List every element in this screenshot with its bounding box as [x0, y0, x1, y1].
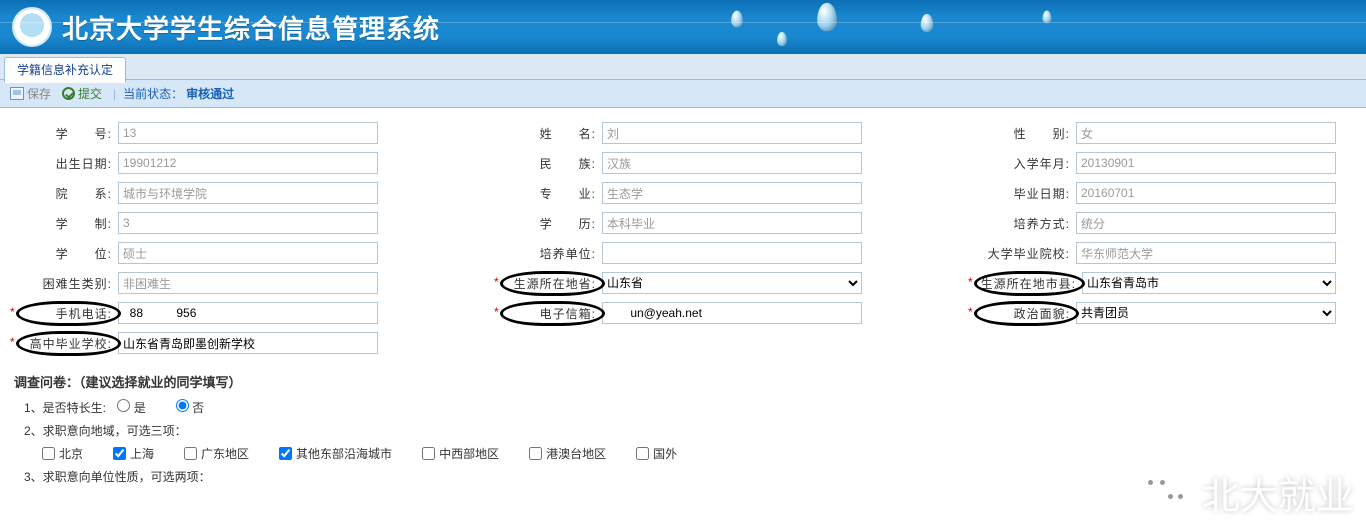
q2-opt[interactable]: 广东地区 [184, 445, 249, 462]
q2-opt[interactable]: 北京 [42, 445, 83, 462]
select-origin-city[interactable]: 山东省青岛市 [1082, 272, 1336, 294]
tab-bar: 学籍信息补充认定 [0, 54, 1366, 80]
q2-text: 2、求职意向地域，可选三项： [24, 424, 187, 438]
input-highschool[interactable] [118, 332, 378, 354]
select-politics[interactable]: 共青团员 [1076, 302, 1336, 324]
label-major: 专 业: [498, 185, 602, 202]
input-college [118, 182, 378, 204]
toolbar-separator: | [109, 87, 120, 101]
decor-droplet [1043, 11, 1052, 24]
label-name: 姓 名: [498, 125, 602, 142]
decor-droplet [731, 11, 743, 28]
decor-droplet [777, 32, 787, 46]
label-train-unit: 培养单位: [498, 245, 602, 262]
q2-opt[interactable]: 上海 [113, 445, 154, 462]
status-label: 当前状态： [123, 85, 183, 102]
label-origin-city: 生源所在地市县: [972, 275, 1082, 292]
label-student-id: 学 号: [14, 125, 118, 142]
survey-q2: 2、求职意向地域，可选三项： [24, 422, 1352, 439]
label-highschool: 高中毕业学校: [14, 335, 118, 352]
q1-text: 1、是否特长生: [24, 401, 106, 415]
check-icon [62, 87, 75, 100]
input-name [602, 122, 862, 144]
input-phone[interactable] [118, 302, 378, 324]
checkbox-hkmotw[interactable] [529, 447, 542, 460]
select-origin-prov[interactable]: 山东省 [602, 272, 862, 294]
input-train-unit [602, 242, 862, 264]
q2-opt[interactable]: 港澳台地区 [529, 445, 606, 462]
label-enroll: 入学年月: [972, 155, 1076, 172]
label-ug-school: 大学毕业院校: [972, 245, 1076, 262]
q2-opt[interactable]: 国外 [636, 445, 677, 462]
checkbox-east-coast[interactable] [279, 447, 292, 460]
survey-q1: 1、是否特长生: 是 否 [24, 399, 1352, 416]
input-edu [602, 212, 862, 234]
label-origin-prov: 生源所在地省: [498, 275, 602, 292]
decor-droplet [921, 14, 934, 32]
input-ug-school [1076, 242, 1336, 264]
submit-button[interactable]: 提交 [58, 84, 106, 103]
toolbar: 保存 提交 | 当前状态： 审核通过 [0, 80, 1366, 108]
save-button[interactable]: 保存 [6, 84, 55, 103]
survey-q3: 3、求职意向单位性质，可选两项： [24, 468, 1352, 485]
input-gender [1076, 122, 1336, 144]
input-degree [118, 242, 378, 264]
input-email[interactable] [602, 302, 862, 324]
label-email: 电子信箱: [498, 305, 602, 322]
checkbox-abroad[interactable] [636, 447, 649, 460]
input-major [602, 182, 862, 204]
disk-icon [10, 87, 24, 100]
label-phone: 手机电话: [14, 305, 118, 322]
checkbox-midwest[interactable] [422, 447, 435, 460]
label-ethnic: 民 族: [498, 155, 602, 172]
label-system: 学 制: [14, 215, 118, 232]
app-title: 北京大学学生综合信息管理系统 [62, 9, 440, 46]
label-birth: 出生日期: [14, 155, 118, 172]
q3-text: 3、求职意向单位性质，可选两项： [24, 470, 211, 484]
label-college: 院 系: [14, 185, 118, 202]
tab-student-status[interactable]: 学籍信息补充认定 [4, 57, 126, 83]
label-edu: 学 历: [498, 215, 602, 232]
save-label: 保存 [27, 85, 51, 102]
survey-title: 调查问卷：（建议选择就业的同学填写） [14, 372, 1352, 391]
input-hardship [118, 272, 378, 294]
app-header: 北京大学学生综合信息管理系统 [0, 0, 1366, 54]
status-value: 审核通过 [186, 85, 234, 102]
q2-opt[interactable]: 其他东部沿海城市 [279, 445, 392, 462]
input-train [1076, 212, 1336, 234]
input-grad-date [1076, 182, 1336, 204]
label-grad-date: 毕业日期: [972, 185, 1076, 202]
label-politics: 政治面貌: [972, 305, 1076, 322]
checkbox-beijing[interactable] [42, 447, 55, 460]
checkbox-shanghai[interactable] [113, 447, 126, 460]
submit-label: 提交 [78, 85, 102, 102]
input-ethnic [602, 152, 862, 174]
label-degree: 学 位: [14, 245, 118, 262]
input-system [118, 212, 378, 234]
survey-section: 调查问卷：（建议选择就业的同学填写） 1、是否特长生: 是 否 2、求职意向地域… [0, 368, 1366, 505]
checkbox-guangdong[interactable] [184, 447, 197, 460]
q2-options: 北京 上海 广东地区 其他东部沿海城市 中西部地区 港澳台地区 国外 [42, 445, 1352, 462]
student-form: 学 号: 姓 名: 性 别: 出生日期: 民 族: 入学年月: 院 系: 专 业… [0, 108, 1366, 368]
input-enroll [1076, 152, 1336, 174]
label-train: 培养方式: [972, 215, 1076, 232]
label-hardship: 困难生类别: [14, 275, 118, 292]
label-gender: 性 别: [972, 125, 1076, 142]
input-student-id [118, 122, 378, 144]
q1-opt-no[interactable]: 否 [176, 399, 204, 416]
q1-opt-yes[interactable]: 是 [117, 399, 145, 416]
logo-icon [12, 7, 52, 47]
radio-no[interactable] [176, 399, 189, 412]
input-birth [118, 152, 378, 174]
q2-opt[interactable]: 中西部地区 [422, 445, 499, 462]
decor-droplet [817, 3, 837, 32]
radio-yes[interactable] [117, 399, 130, 412]
